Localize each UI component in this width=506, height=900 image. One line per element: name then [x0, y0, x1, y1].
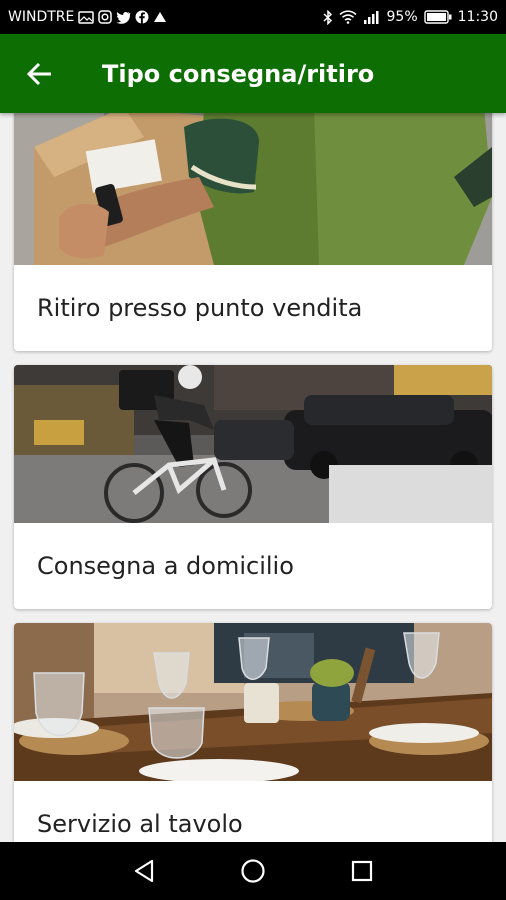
- option-label: Servizio al tavolo: [37, 810, 243, 838]
- option-card-pickup[interactable]: Ritiro presso punto vendita: [14, 113, 492, 351]
- option-label: Consegna a domicilio: [37, 552, 294, 580]
- battery-icon: [423, 10, 452, 24]
- page-title: Tipo consegna/ritiro: [102, 59, 375, 88]
- clock: 11:30: [457, 9, 498, 25]
- carrier-name: WINDTRE: [8, 9, 75, 25]
- pickup-image: [14, 113, 492, 265]
- instagram-icon: [98, 10, 113, 24]
- nav-home-button[interactable]: [229, 847, 277, 895]
- cloud-upload-icon: [153, 11, 167, 23]
- triangle-back-icon: [135, 859, 154, 883]
- facebook-icon: [135, 10, 149, 24]
- system-nav-bar: [0, 842, 506, 900]
- option-label: Ritiro presso punto vendita: [37, 294, 363, 322]
- status-bar: WINDTRE 95% 11:30: [0, 0, 506, 34]
- signal-icon: [363, 10, 381, 24]
- delivery-image: [14, 365, 492, 523]
- circle-home-icon: [241, 859, 265, 883]
- app-bar: Tipo consegna/ritiro: [0, 34, 506, 113]
- arrow-back-icon: [27, 62, 51, 85]
- delivery-options-list[interactable]: Ritiro presso punto vendita Consegna a d…: [0, 113, 506, 842]
- twitter-icon: [116, 11, 131, 24]
- table-service-image: [14, 623, 492, 781]
- back-button[interactable]: [16, 50, 64, 98]
- nav-back-button[interactable]: [120, 847, 168, 895]
- wifi-icon: [338, 10, 357, 24]
- battery-percent: 95%: [386, 9, 418, 25]
- option-card-delivery[interactable]: Consegna a domicilio: [14, 365, 492, 609]
- option-card-table-service[interactable]: Servizio al tavolo: [14, 623, 492, 842]
- bluetooth-icon: [323, 9, 333, 25]
- square-recents-icon: [351, 860, 372, 882]
- message-icon: [78, 10, 95, 24]
- nav-recents-button[interactable]: [338, 847, 386, 895]
